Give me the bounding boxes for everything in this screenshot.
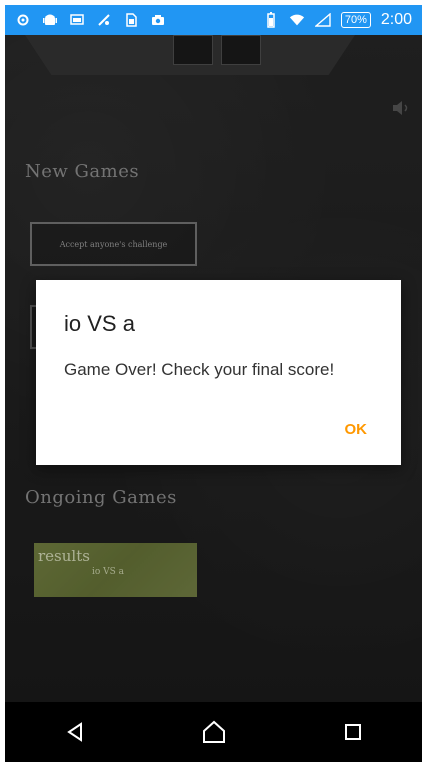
game-over-dialog: io VS a Game Over! Check your final scor… (36, 280, 401, 465)
recents-icon[interactable] (333, 712, 373, 752)
sim-icon (123, 12, 139, 28)
back-icon[interactable] (55, 712, 95, 752)
android-icon (42, 12, 58, 28)
dialog-message: Game Over! Check your final score! (64, 360, 335, 379)
status-bar: 70% 2:00 (5, 5, 422, 35)
status-icons-right: 70% 2:00 (263, 11, 412, 29)
signal-icon (314, 12, 331, 28)
ok-button[interactable]: OK (345, 421, 368, 438)
settings-icon (15, 12, 31, 28)
camera-icon (150, 12, 166, 28)
clock: 2:00 (380, 11, 412, 28)
dialog-overlay: io VS a Game Over! Check your final scor… (5, 35, 422, 702)
screen-icon (69, 12, 85, 28)
navigation-bar (5, 702, 422, 762)
notification-icon (96, 12, 112, 28)
dialog-title: io VS a (64, 311, 135, 336)
status-icons-left (15, 12, 166, 28)
battery-icon (263, 12, 279, 28)
home-icon[interactable] (194, 712, 234, 752)
battery-percent: 70% (340, 12, 371, 28)
wifi-icon (289, 12, 305, 28)
